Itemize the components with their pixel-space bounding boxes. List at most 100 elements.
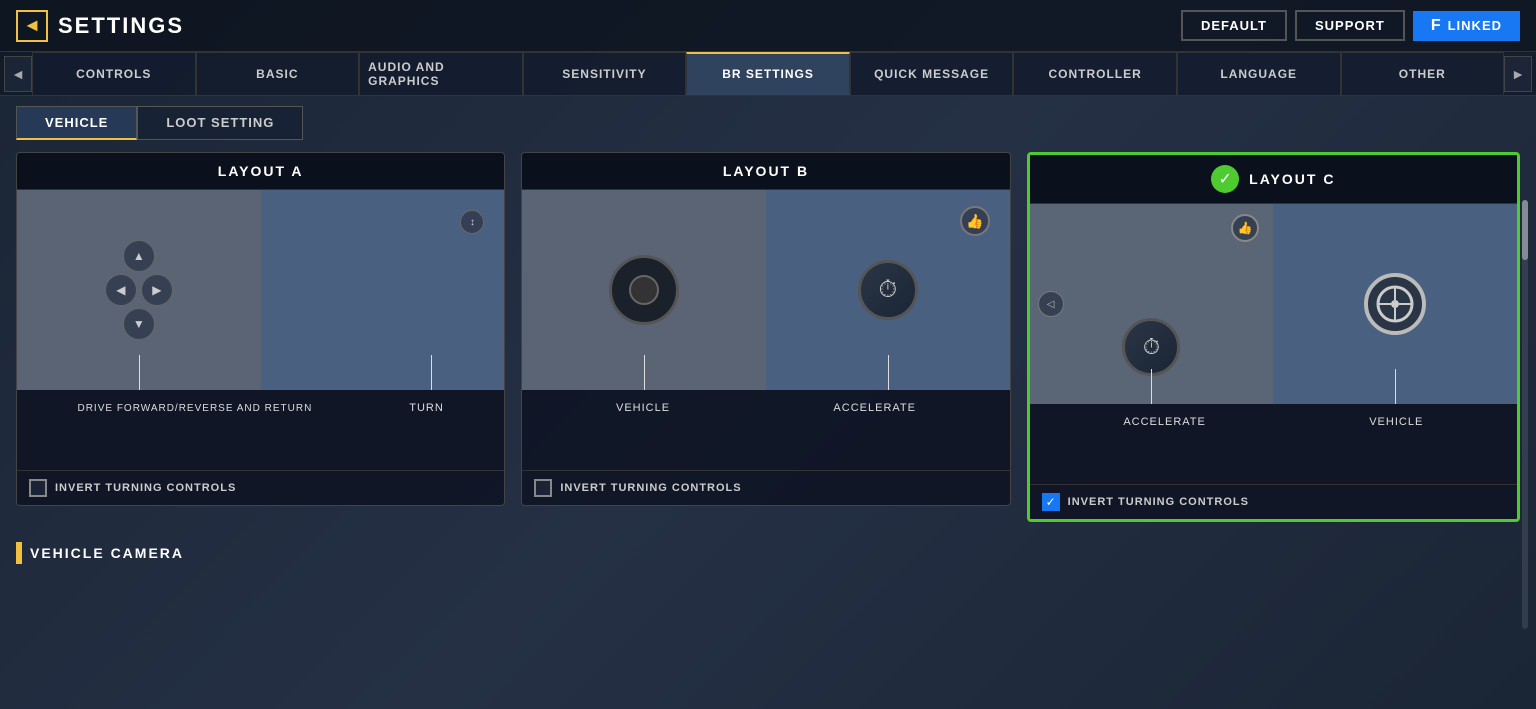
top-bar: ◄ SETTINGS DEFAULT SUPPORT f LINKED bbox=[0, 0, 1536, 52]
tab-controls-label: CONTROLS bbox=[76, 67, 151, 81]
layout-c-labels-row: ACCELERATE VEHICLE bbox=[1042, 416, 1505, 428]
layout-c-left-connector bbox=[1151, 369, 1152, 404]
nav-left-arrow[interactable]: ◄ bbox=[4, 56, 32, 92]
speedo-c-icon: ⏱ bbox=[1122, 318, 1180, 376]
layout-a-right-zone: ↕ bbox=[261, 190, 505, 390]
layout-b-accelerate-label: ACCELERATE bbox=[833, 402, 916, 414]
tab-other-label: OTHER bbox=[1399, 67, 1446, 81]
tab-sensitivity[interactable]: SENSITIVITY bbox=[523, 52, 687, 95]
layout-c-right-panel bbox=[1273, 204, 1517, 404]
tab-audio-graphics[interactable]: AUDIO AND GRAPHICS bbox=[359, 52, 523, 95]
layout-a-labels: DRIVE FORWARD/REVERSE AND RETURN TURN bbox=[17, 390, 504, 470]
tab-br-settings[interactable]: BR SETTINGS bbox=[686, 52, 850, 95]
layout-c-selected-indicator: ✓ bbox=[1211, 165, 1239, 193]
joystick-inner bbox=[629, 275, 659, 305]
layout-b-body: 👍 ⏱ bbox=[522, 190, 1009, 390]
tab-language[interactable]: LANGUAGE bbox=[1177, 52, 1341, 95]
sub-tab-vehicle-label: VEHICLE bbox=[45, 115, 108, 130]
layout-c-invert-row: ✓ INVERT TURNING CONTROLS bbox=[1030, 484, 1517, 519]
layout-c-accelerate-label: ACCELERATE bbox=[1123, 416, 1206, 428]
layout-b-left-connector bbox=[644, 355, 645, 390]
tab-controller-label: CONTROLLER bbox=[1048, 67, 1141, 81]
layout-c-invert-label: INVERT TURNING CONTROLS bbox=[1068, 496, 1249, 508]
layout-a-turn-label: TURN bbox=[409, 402, 444, 416]
tab-basic[interactable]: BASIC bbox=[196, 52, 360, 95]
layout-b-speedometer: ⏱ bbox=[858, 260, 918, 320]
back-button[interactable]: ◄ bbox=[16, 10, 48, 42]
layout-b-left-zone bbox=[522, 190, 766, 390]
layout-b-labels: VEHICLE ACCELERATE bbox=[522, 390, 1009, 470]
layout-b-invert-checkbox[interactable] bbox=[534, 479, 552, 497]
layout-c-labels: ACCELERATE VEHICLE bbox=[1030, 404, 1517, 484]
tab-quick-message[interactable]: QUICK MESSAGE bbox=[850, 52, 1014, 95]
layout-c-title: LAYOUT C bbox=[1249, 171, 1335, 187]
vehicle-camera-title: VEHICLE CAMERA bbox=[30, 545, 184, 561]
tab-basic-label: BASIC bbox=[256, 67, 298, 81]
linked-label: LINKED bbox=[1448, 18, 1502, 33]
layout-c-header: ✓ LAYOUT C bbox=[1030, 155, 1517, 204]
layout-c-invert-checkbox[interactable]: ✓ bbox=[1042, 493, 1060, 511]
layout-a-header: LAYOUT A bbox=[17, 153, 504, 190]
layout-c-card[interactable]: ✓ LAYOUT C 👍 ◁ bbox=[1027, 152, 1520, 522]
layout-c-side-btn: ◁ bbox=[1038, 291, 1064, 317]
layout-b-invert-row: INVERT TURNING CONTROLS bbox=[522, 470, 1009, 505]
scroll-thumb[interactable] bbox=[1522, 200, 1528, 260]
nav-right-icon: ► bbox=[1511, 66, 1525, 82]
layout-a-invert-checkbox[interactable] bbox=[29, 479, 47, 497]
layout-a-steer-btn: ↕ bbox=[460, 210, 484, 234]
layout-c-left-icons: 👍 bbox=[1231, 214, 1259, 242]
dpad-left: ◀ bbox=[105, 274, 137, 306]
layout-b-labels-row: VEHICLE ACCELERATE bbox=[534, 402, 997, 414]
layout-b-card[interactable]: LAYOUT B 👍 ⏱ bbox=[521, 152, 1010, 506]
layout-c-steering-wheel bbox=[1364, 273, 1426, 335]
nav-left-icon: ◄ bbox=[11, 66, 25, 82]
layout-b-right-connector bbox=[888, 355, 889, 390]
vehicle-camera-section: VEHICLE CAMERA bbox=[16, 538, 1520, 568]
layout-c-thumb-icon: 👍 bbox=[1231, 214, 1259, 242]
layout-c-body: 👍 ◁ ⏱ bbox=[1030, 204, 1517, 404]
layout-a-invert-row: INVERT TURNING CONTROLS bbox=[17, 470, 504, 505]
layout-c-speedometer: ⏱ bbox=[1122, 318, 1180, 376]
layout-c-vehicle-label: VEHICLE bbox=[1369, 416, 1423, 428]
default-button[interactable]: DEFAULT bbox=[1181, 10, 1287, 41]
tab-other[interactable]: OTHER bbox=[1341, 52, 1505, 95]
layout-b-vehicle-label: VEHICLE bbox=[616, 402, 670, 414]
back-icon: ◄ bbox=[23, 15, 41, 36]
tab-language-label: LANGUAGE bbox=[1220, 67, 1297, 81]
layouts-row: LAYOUT A ▲ ◀ ▶ ▼ bbox=[16, 152, 1520, 522]
steering-wheel-svg bbox=[1375, 284, 1415, 324]
tab-controls[interactable]: CONTROLS bbox=[32, 52, 196, 95]
page-title: SETTINGS bbox=[58, 13, 184, 39]
nav-tabs: CONTROLS BASIC AUDIO AND GRAPHICS SENSIT… bbox=[32, 52, 1504, 95]
layout-c-side-icon: ◁ bbox=[1038, 291, 1064, 317]
layout-a-labels-row: DRIVE FORWARD/REVERSE AND RETURN TURN bbox=[29, 402, 492, 416]
yellow-bar-icon bbox=[16, 542, 22, 564]
top-bar-left: ◄ SETTINGS bbox=[16, 10, 184, 42]
layout-a-invert-label: INVERT TURNING CONTROLS bbox=[55, 482, 236, 494]
tab-quick-message-label: QUICK MESSAGE bbox=[874, 67, 989, 81]
nav-right-arrow[interactable]: ► bbox=[1504, 56, 1532, 92]
layout-c-left-panel: 👍 ◁ ⏱ bbox=[1030, 204, 1274, 404]
layout-b-thumb-icon: 👍 bbox=[960, 206, 990, 236]
layout-a-card[interactable]: LAYOUT A ▲ ◀ ▶ ▼ bbox=[16, 152, 505, 506]
layout-b-joystick bbox=[609, 255, 679, 325]
layout-c-right-connector bbox=[1395, 369, 1396, 404]
layout-a-left-zone: ▲ ◀ ▶ ▼ bbox=[17, 190, 261, 390]
layout-b-invert-label: INVERT TURNING CONTROLS bbox=[560, 482, 741, 494]
tab-audio-graphics-label: AUDIO AND GRAPHICS bbox=[368, 60, 514, 88]
main-content: LAYOUT A ▲ ◀ ▶ ▼ bbox=[0, 140, 1536, 580]
nav-tabs-bar: ◄ CONTROLS BASIC AUDIO AND GRAPHICS SENS… bbox=[0, 52, 1536, 96]
support-button[interactable]: SUPPORT bbox=[1295, 10, 1405, 41]
tab-controller[interactable]: CONTROLLER bbox=[1013, 52, 1177, 95]
tab-sensitivity-label: SENSITIVITY bbox=[562, 67, 646, 81]
sub-tabs: VEHICLE LOOT SETTING bbox=[0, 96, 1536, 140]
facebook-icon: f bbox=[1431, 17, 1442, 35]
layout-a-title: LAYOUT A bbox=[218, 163, 304, 179]
linked-button[interactable]: f LINKED bbox=[1413, 11, 1520, 41]
sub-tab-loot-label: LOOT SETTING bbox=[166, 115, 274, 130]
dpad-middle: ◀ ▶ bbox=[105, 274, 173, 306]
layout-a-drive-label: DRIVE FORWARD/REVERSE AND RETURN bbox=[77, 402, 312, 416]
scrollbar[interactable] bbox=[1522, 200, 1528, 629]
sub-tab-vehicle[interactable]: VEHICLE bbox=[16, 106, 137, 140]
sub-tab-loot-setting[interactable]: LOOT SETTING bbox=[137, 106, 303, 140]
